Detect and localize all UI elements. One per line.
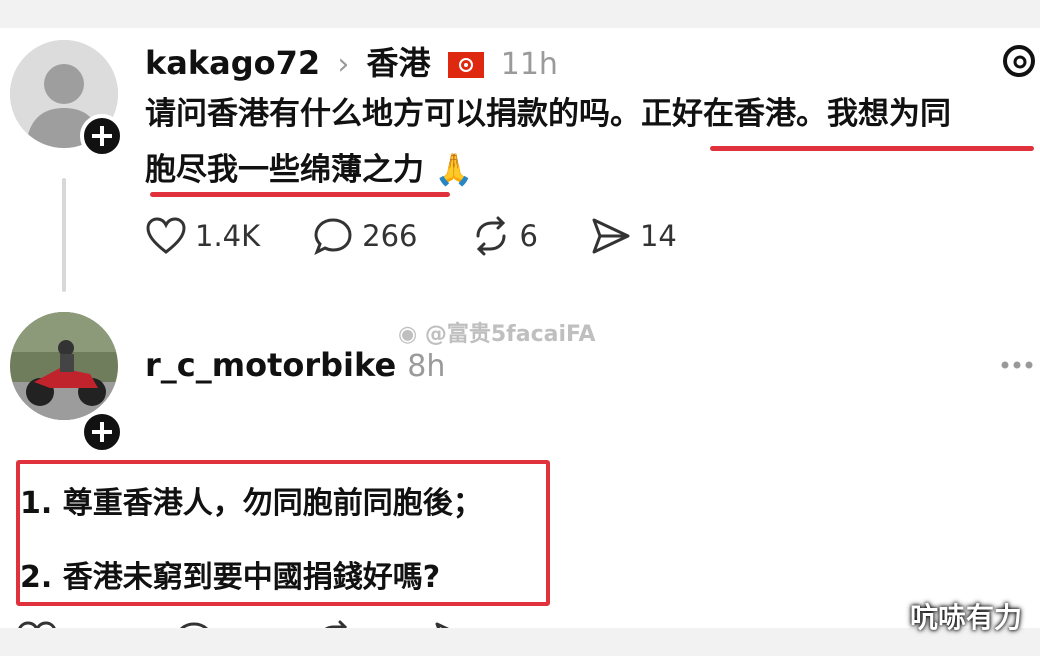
- location-label[interactable]: 香港: [366, 44, 430, 82]
- like-count: 240: [66, 623, 121, 628]
- post-actions: 240 70 1 8: [16, 620, 553, 628]
- share-count: 14: [639, 219, 677, 253]
- send-icon: [435, 622, 449, 628]
- post-header: kakago72 › 香港 11h: [145, 38, 558, 84]
- highlight-underline-2: [150, 192, 450, 197]
- avatar[interactable]: [10, 312, 118, 420]
- follow-plus-button[interactable]: [80, 114, 124, 158]
- heart-icon: [146, 217, 186, 254]
- post-text: 请问香港有什么地方可以捐款的吗。正好在香港。我想为同 胞尽我一些绵薄之力 🙏: [145, 86, 1040, 198]
- reply-line-1: 1. 尊重香港人，勿同胞前同胞後；: [20, 486, 483, 521]
- heart-icon: [18, 621, 56, 628]
- comment-count: 70: [223, 623, 260, 628]
- like-button[interactable]: 1.4K: [145, 216, 260, 256]
- post-kakago72: kakago72 › 香港 11h 请问香港有什么地方可以捐款的吗。正好在香港。…: [0, 28, 1040, 308]
- chevron-right-icon: ›: [337, 47, 350, 82]
- comment-button[interactable]: 70: [173, 620, 260, 628]
- repost-icon: [476, 216, 505, 256]
- follow-plus-button[interactable]: [80, 410, 124, 454]
- repost-button[interactable]: 6: [470, 216, 538, 256]
- post-text-line2: 胞尽我一些绵薄之力: [145, 152, 424, 188]
- more-options-icon[interactable]: [1000, 360, 1034, 370]
- username[interactable]: r_c_motorbike: [145, 346, 396, 384]
- threads-feed: kakago72 › 香港 11h 请问香港有什么地方可以捐款的吗。正好在香港。…: [0, 28, 1040, 628]
- username[interactable]: kakago72: [145, 44, 320, 82]
- motorbike-photo-icon: [10, 312, 118, 420]
- repost-count: 6: [519, 219, 538, 253]
- threads-logo-icon[interactable]: [1000, 42, 1038, 80]
- like-button[interactable]: 240: [16, 620, 121, 628]
- hong-kong-flag-icon: [447, 52, 484, 78]
- plus-icon: [92, 422, 112, 442]
- repost-count: 1: [362, 623, 380, 628]
- share-button[interactable]: 8: [433, 620, 501, 628]
- comment-icon: [180, 622, 209, 628]
- repost-button[interactable]: 1: [312, 620, 381, 628]
- share-button[interactable]: 14: [590, 216, 677, 256]
- send-icon: [592, 218, 630, 254]
- post-r_c_motorbike: r_c_motorbike 8h 1. 尊重香港人，勿同胞前同胞後； 2. 香港…: [0, 308, 1040, 628]
- corner-watermark: 吭哧有力: [909, 601, 1022, 634]
- post-header: r_c_motorbike 8h: [145, 346, 445, 384]
- repost-icon: [325, 620, 348, 628]
- post-time: 8h: [407, 349, 446, 384]
- comment-icon: [314, 218, 352, 256]
- plus-icon: [92, 126, 112, 146]
- like-count: 1.4K: [195, 219, 261, 253]
- highlight-underline-1: [710, 146, 1034, 151]
- post-actions: 1.4K 266 6 14: [145, 216, 729, 256]
- pray-emoji: 🙏: [434, 152, 474, 188]
- reply-line-2: 2. 香港未窮到要中國捐錢好嗎?: [20, 560, 441, 595]
- post-time: 11h: [500, 47, 558, 82]
- comment-button[interactable]: 266: [312, 216, 418, 256]
- comment-count: 266: [362, 219, 418, 253]
- share-count: 8: [483, 623, 501, 628]
- thread-line: [62, 178, 66, 292]
- post-text-line1: 请问香港有什么地方可以捐款的吗。正好在香港。我想为同: [145, 96, 951, 132]
